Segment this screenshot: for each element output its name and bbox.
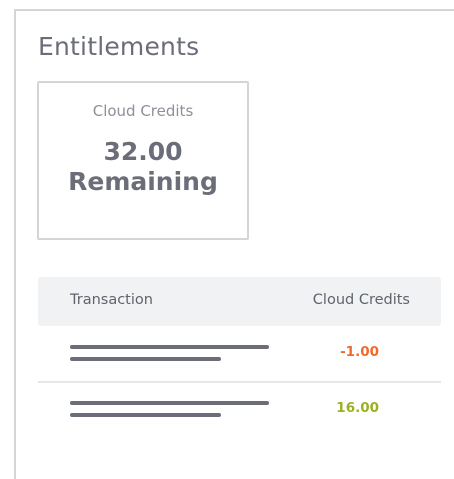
- transaction-name-placeholder: [70, 345, 269, 349]
- transactions-table: Transaction Cloud Credits -1.00 16.00: [38, 277, 441, 438]
- transaction-amount: -1.00: [340, 344, 379, 360]
- transaction-detail-placeholder: [70, 413, 221, 417]
- table-row: 16.00: [38, 383, 441, 438]
- cloud-credits-suffix: Remaining: [68, 167, 218, 196]
- transaction-amount: 16.00: [336, 400, 379, 416]
- page-title: Entitlements: [38, 32, 200, 61]
- transaction-detail-placeholder: [70, 357, 221, 361]
- transaction-name-placeholder: [70, 401, 269, 405]
- cloud-credits-value: 32.00: [103, 137, 183, 166]
- table-row: -1.00: [38, 326, 441, 383]
- cloud-credits-card: Cloud Credits 32.00 Remaining: [37, 81, 249, 240]
- column-header-transaction: Transaction: [70, 292, 153, 308]
- column-header-cloud-credits: Cloud Credits: [312, 292, 410, 308]
- table-header: Transaction Cloud Credits: [38, 277, 441, 326]
- cloud-credits-remaining: 32.00 Remaining: [39, 137, 247, 197]
- cloud-credits-label: Cloud Credits: [92, 102, 194, 120]
